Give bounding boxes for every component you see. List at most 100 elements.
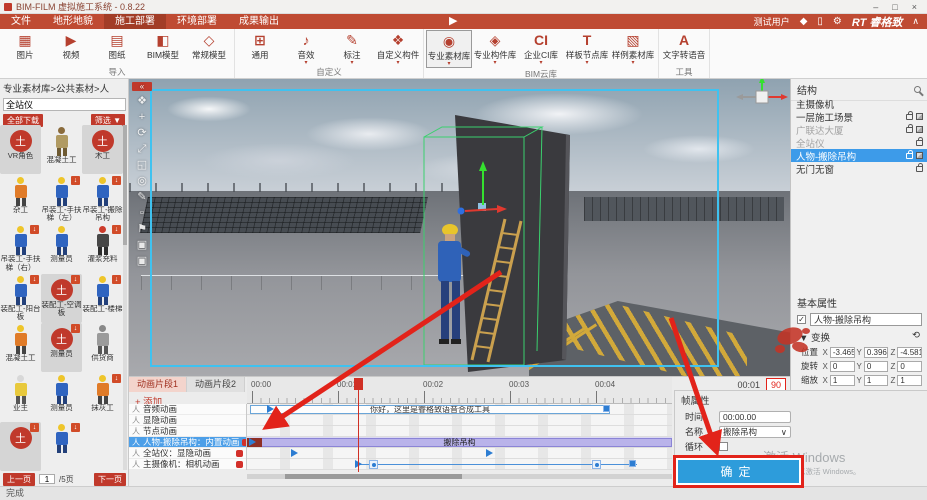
- library-item[interactable]: 土木工: [82, 125, 123, 174]
- download-badge-icon[interactable]: ↓: [71, 423, 80, 432]
- tree-item-wall[interactable]: 无门无窗: [791, 162, 927, 175]
- timeline-lanes[interactable]: 你好，这里是睿格致语音合成工具 搬除吊构: [247, 404, 672, 470]
- time-ruler[interactable]: 00:00 00:01 00:02 00:03 00:04: [247, 377, 672, 404]
- transform-reset-icon[interactable]: ⟲: [912, 330, 920, 344]
- import-bim-model-button[interactable]: ◧BIM模型: [140, 30, 186, 66]
- tab-animation-clip-1[interactable]: 动画片段1: [129, 377, 187, 392]
- menu-file[interactable]: 文件: [0, 14, 42, 29]
- audio-clip[interactable]: 你好，这里是睿格致语音合成工具: [250, 405, 610, 414]
- visibility-checkbox[interactable]: ✓: [797, 315, 806, 324]
- rotation-z-input[interactable]: 0: [897, 361, 922, 372]
- scale-x-input[interactable]: 1: [830, 375, 855, 386]
- library-item[interactable]: ↓吊装工-搬除吊构: [82, 175, 123, 224]
- tab-animation-clip-2[interactable]: 动画片段2: [187, 377, 245, 392]
- keyframe-icon[interactable]: [629, 460, 636, 467]
- lock-icon[interactable]: [906, 153, 913, 159]
- keyframe-icon[interactable]: [291, 449, 298, 457]
- library-item[interactable]: ↓灌浆充料: [82, 224, 123, 273]
- move-tool-icon[interactable]: +: [139, 111, 145, 123]
- annotate-tool-icon[interactable]: ✎: [137, 191, 146, 203]
- library-item[interactable]: ↓装配工-阳台板: [0, 274, 41, 323]
- collapse-ribbon-icon[interactable]: ∧: [912, 16, 919, 27]
- library-item[interactable]: ↓: [41, 422, 82, 471]
- next-page-button[interactable]: 下一页: [94, 473, 126, 486]
- model-icon[interactable]: [916, 126, 923, 133]
- library-scrollbar[interactable]: [123, 125, 127, 470]
- view-axis-gizmo[interactable]: [736, 79, 788, 103]
- position-x-input[interactable]: -3.465: [830, 347, 855, 358]
- object-name-field[interactable]: 人物-搬除吊构: [810, 313, 922, 326]
- lock-icon[interactable]: [916, 140, 923, 146]
- menu-construction-deploy[interactable]: 施工部署: [104, 14, 166, 29]
- rotate-tool-icon[interactable]: ⟳: [137, 127, 146, 139]
- enterprise-ci-library-button[interactable]: CI企业CI库▾: [518, 30, 564, 68]
- download-badge-icon[interactable]: ↓: [71, 176, 80, 185]
- library-item[interactable]: ↓土装配工-空调板: [41, 274, 82, 323]
- import-generic-model-button[interactable]: ◇常规模型: [186, 30, 232, 66]
- custom-component-button[interactable]: ❖自定义构件▾: [375, 30, 421, 66]
- page-number-input[interactable]: [39, 474, 55, 484]
- model-icon[interactable]: [916, 152, 923, 159]
- sample-library-button[interactable]: ▧样例素材库▾: [610, 30, 656, 68]
- focus-tool-icon[interactable]: ◎: [137, 175, 147, 187]
- scale-y-input[interactable]: 1: [864, 375, 889, 386]
- scale-tool-icon[interactable]: ⤢: [138, 143, 147, 155]
- library-item[interactable]: ↓土: [0, 422, 41, 471]
- minimize-button[interactable]: –: [873, 2, 878, 12]
- maximize-button[interactable]: □: [892, 2, 897, 12]
- frame-name-select[interactable]: 搬除吊构∨: [719, 426, 791, 438]
- device-icon[interactable]: ▯: [817, 16, 823, 27]
- download-badge-icon[interactable]: ↓: [71, 324, 80, 333]
- sound-effect-button[interactable]: ♪音效▾: [283, 30, 329, 66]
- loop-checkbox[interactable]: [719, 442, 728, 451]
- library-item[interactable]: ↓抹灰工: [82, 373, 123, 422]
- rotation-x-input[interactable]: 0: [830, 361, 855, 372]
- library-item[interactable]: 土VR角色: [0, 125, 41, 174]
- frame-time-field[interactable]: 00:00.00: [719, 411, 791, 423]
- download-badge-icon[interactable]: ↓: [71, 275, 80, 284]
- structure-search-icon[interactable]: [914, 86, 921, 93]
- search-input[interactable]: [3, 98, 126, 111]
- library-item[interactable]: 业主: [0, 373, 41, 422]
- track-node[interactable]: 人节点动画: [129, 426, 246, 437]
- keyframe-icon[interactable]: [249, 438, 256, 446]
- collapse-toolbar-icon[interactable]: «: [132, 82, 152, 91]
- menu-terrain[interactable]: 地形地貌: [42, 14, 104, 29]
- template-node-library-button[interactable]: T样板节点库▾: [564, 30, 610, 68]
- confirm-button[interactable]: 确定: [678, 460, 799, 483]
- record-icon[interactable]: [236, 450, 243, 457]
- frame2-tool-icon[interactable]: ▣: [137, 255, 147, 267]
- record-icon[interactable]: [236, 461, 243, 468]
- settings-gear-icon[interactable]: ⚙: [833, 16, 842, 27]
- general-button[interactable]: ⊞通用: [237, 30, 283, 66]
- library-item[interactable]: 供货商: [82, 323, 123, 372]
- lock-icon[interactable]: [916, 166, 923, 172]
- keyframe-icon[interactable]: [486, 449, 493, 457]
- download-badge-icon[interactable]: ↓: [30, 423, 39, 432]
- pivot-tool-icon[interactable]: ◱: [137, 159, 147, 171]
- import-video-button[interactable]: ▶视频: [48, 30, 94, 66]
- person-animation-clip[interactable]: 搬除吊构: [247, 438, 672, 447]
- library-item[interactable]: ↓吊装工-手扶梯（右）: [0, 224, 41, 273]
- keyframe-icon[interactable]: [369, 460, 378, 469]
- menu-environment[interactable]: 环境部署: [166, 14, 228, 29]
- download-badge-icon[interactable]: ↓: [30, 275, 39, 284]
- flag-tool-icon[interactable]: ⚑: [137, 223, 147, 235]
- import-picture-button[interactable]: ▦图片: [2, 30, 48, 66]
- library-item[interactable]: 杂工: [0, 175, 41, 224]
- material-library-button[interactable]: ◉专业素材库▾: [426, 30, 472, 68]
- lock-icon[interactable]: [906, 127, 913, 133]
- library-item[interactable]: 混凝土工: [0, 323, 41, 372]
- scale-z-input[interactable]: 1: [897, 375, 922, 386]
- library-item[interactable]: 测量员: [41, 224, 82, 273]
- keyframe-icon[interactable]: [267, 405, 274, 413]
- marquee-tool-icon[interactable]: ▫: [140, 207, 144, 219]
- position-z-input[interactable]: -4.581: [897, 347, 922, 358]
- download-badge-icon[interactable]: ↓: [112, 225, 121, 234]
- track-audio[interactable]: 人音频动画: [129, 404, 246, 415]
- model-icon[interactable]: [916, 113, 923, 120]
- rotation-y-input[interactable]: 0: [864, 361, 889, 372]
- tree-item-main-camera[interactable]: 主摄像机: [791, 97, 927, 110]
- tree-item-building[interactable]: 广联达大厦: [791, 123, 927, 136]
- import-drawing-button[interactable]: ▤图纸: [94, 30, 140, 66]
